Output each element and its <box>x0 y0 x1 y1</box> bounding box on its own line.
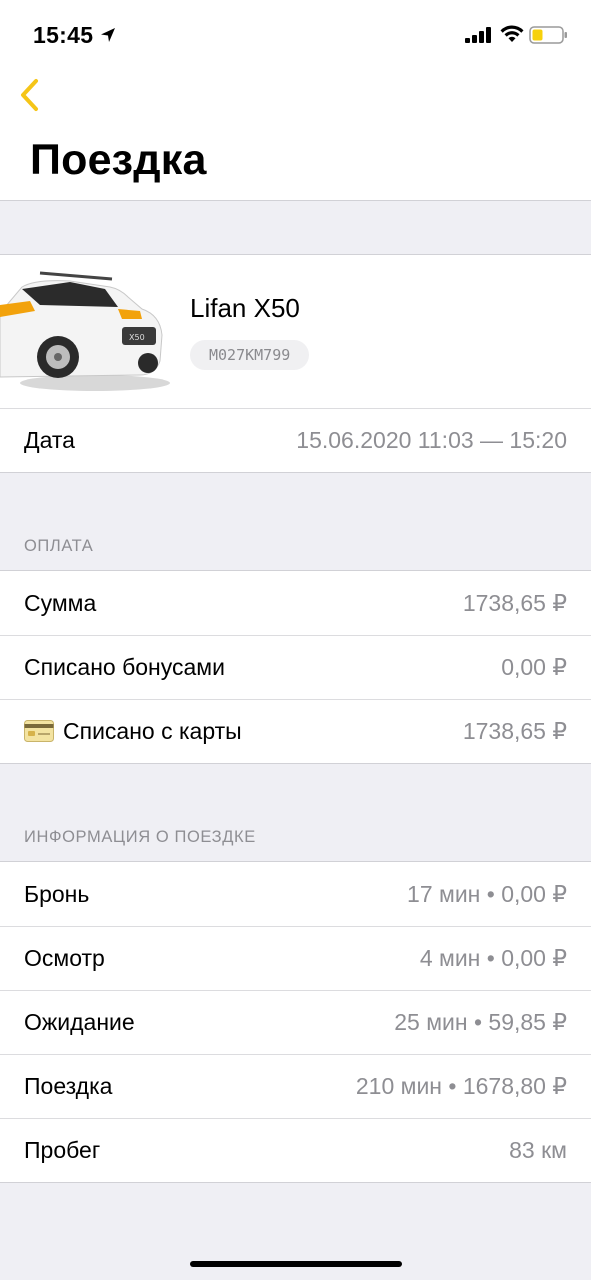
trip-info-label: Пробег <box>24 1136 101 1163</box>
trip-info-label: Осмотр <box>24 944 105 971</box>
chevron-left-icon <box>21 79 38 111</box>
trip-info-card: Бронь 17 мин • 0,00 ₽ Осмотр 4 мин • 0,0… <box>0 861 591 1183</box>
trip-info-section-title: ИНФОРМАЦИЯ О ПОЕЗДКЕ <box>24 828 256 846</box>
payment-row-label: Сумма <box>24 589 97 616</box>
trip-info-row: Пробег 83 км <box>0 1118 591 1182</box>
trip-info-value: 83 км <box>509 1136 567 1163</box>
payment-row: Списано бонусами 0,00 ₽ <box>0 635 591 699</box>
trip-info-label: Поездка <box>24 1072 113 1099</box>
home-indicator[interactable] <box>190 1261 402 1267</box>
date-label: Дата <box>24 427 75 453</box>
credit-card-icon <box>24 720 54 742</box>
trip-info-value: 25 мин • 59,85 ₽ <box>394 1008 567 1035</box>
back-button[interactable] <box>14 76 44 114</box>
license-plate: M027KM799 <box>190 340 310 370</box>
page-title: Поездка <box>30 136 207 184</box>
payment-row: Сумма 1738,65 ₽ <box>0 571 591 635</box>
car-card: X50 Lifan X50 M027KM799 Дата 15.06.2020 … <box>0 254 591 473</box>
trip-info-row: Поездка 210 мин • 1678,80 ₽ <box>0 1054 591 1118</box>
trip-info-row: Осмотр 4 мин • 0,00 ₽ <box>0 926 591 990</box>
battery-icon <box>529 26 567 44</box>
status-time: 15:45 <box>33 22 94 48</box>
svg-text:X50: X50 <box>129 333 145 342</box>
trip-info-value: 4 мин • 0,00 ₽ <box>419 944 567 971</box>
status-bar: 15:45 <box>0 0 591 70</box>
payment-row-label-wrap: Списано с карты <box>24 718 242 745</box>
car-header: X50 Lifan X50 M027KM799 <box>0 255 591 408</box>
payment-row-value: 1738,65 ₽ <box>462 717 567 744</box>
trip-info-row: Ожидание 25 мин • 59,85 ₽ <box>0 990 591 1054</box>
trip-info-label: Бронь <box>24 880 90 907</box>
date-row: Дата 15.06.2020 11:03 — 15:20 <box>0 408 591 472</box>
header: 15:45 Поездка <box>0 0 591 201</box>
payment-row-label: Списано бонусами <box>24 653 225 680</box>
cellular-signal-icon <box>465 27 491 43</box>
location-arrow-icon <box>101 28 115 42</box>
payment-row-value: 1738,65 ₽ <box>462 589 567 616</box>
payment-section-title: ОПЛАТА <box>24 537 94 555</box>
trip-info-label: Ожидание <box>24 1008 135 1035</box>
car-name: Lifan X50 <box>190 293 300 323</box>
date-value: 15.06.2020 11:03 — 15:20 <box>296 427 567 453</box>
payment-row-value: 0,00 ₽ <box>501 653 567 680</box>
trip-info-value: 210 мин • 1678,80 ₽ <box>355 1072 567 1099</box>
payment-row-label: Списано с карты <box>63 717 242 744</box>
trip-info-row: Бронь 17 мин • 0,00 ₽ <box>0 862 591 926</box>
car-image: X50 <box>0 271 170 391</box>
trip-info-value: 17 мин • 0,00 ₽ <box>407 880 567 907</box>
payment-row: Списано с карты 1738,65 ₽ <box>0 699 591 763</box>
payment-card: Сумма 1738,65 ₽ Списано бонусами 0,00 ₽ … <box>0 570 591 764</box>
wifi-icon <box>500 25 524 42</box>
